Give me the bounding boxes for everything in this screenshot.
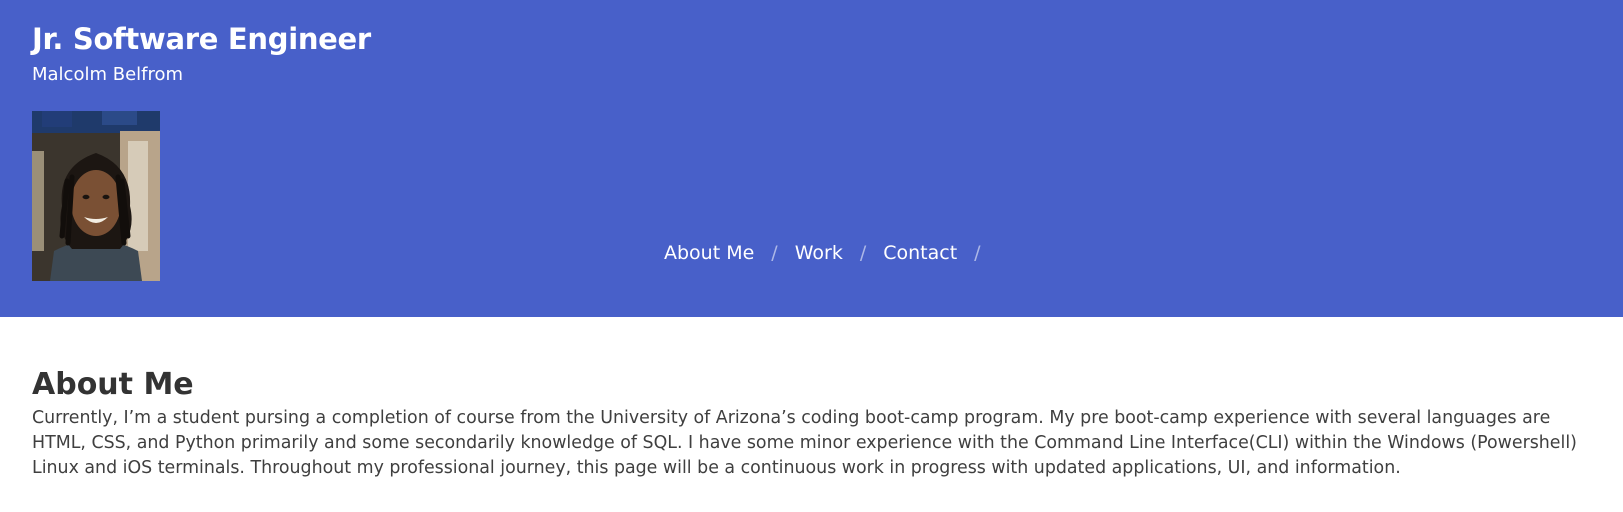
avatar	[32, 111, 160, 281]
main-nav: About Me / Work / Contact /	[664, 242, 998, 264]
about-heading: About Me	[32, 367, 194, 402]
nav-link-about-me[interactable]: About Me	[664, 242, 754, 264]
author-name: Malcolm Belfrom	[32, 64, 184, 85]
nav-link-work[interactable]: Work	[795, 242, 843, 264]
profile-photo-icon	[32, 111, 160, 281]
nav-separator: /	[974, 242, 981, 264]
nav-separator: /	[771, 242, 778, 264]
nav-separator: /	[859, 242, 867, 264]
about-section: About Me Currently, I’m a student pursin…	[32, 366, 1592, 481]
about-body: Currently, I’m a student pursing a compl…	[32, 408, 1577, 478]
page-title: Jr. Software Engineer	[32, 22, 371, 56]
site-header: Jr. Software Engineer Malcolm Belfrom Ab…	[0, 0, 1623, 317]
nav-link-contact[interactable]: Contact	[883, 242, 957, 264]
